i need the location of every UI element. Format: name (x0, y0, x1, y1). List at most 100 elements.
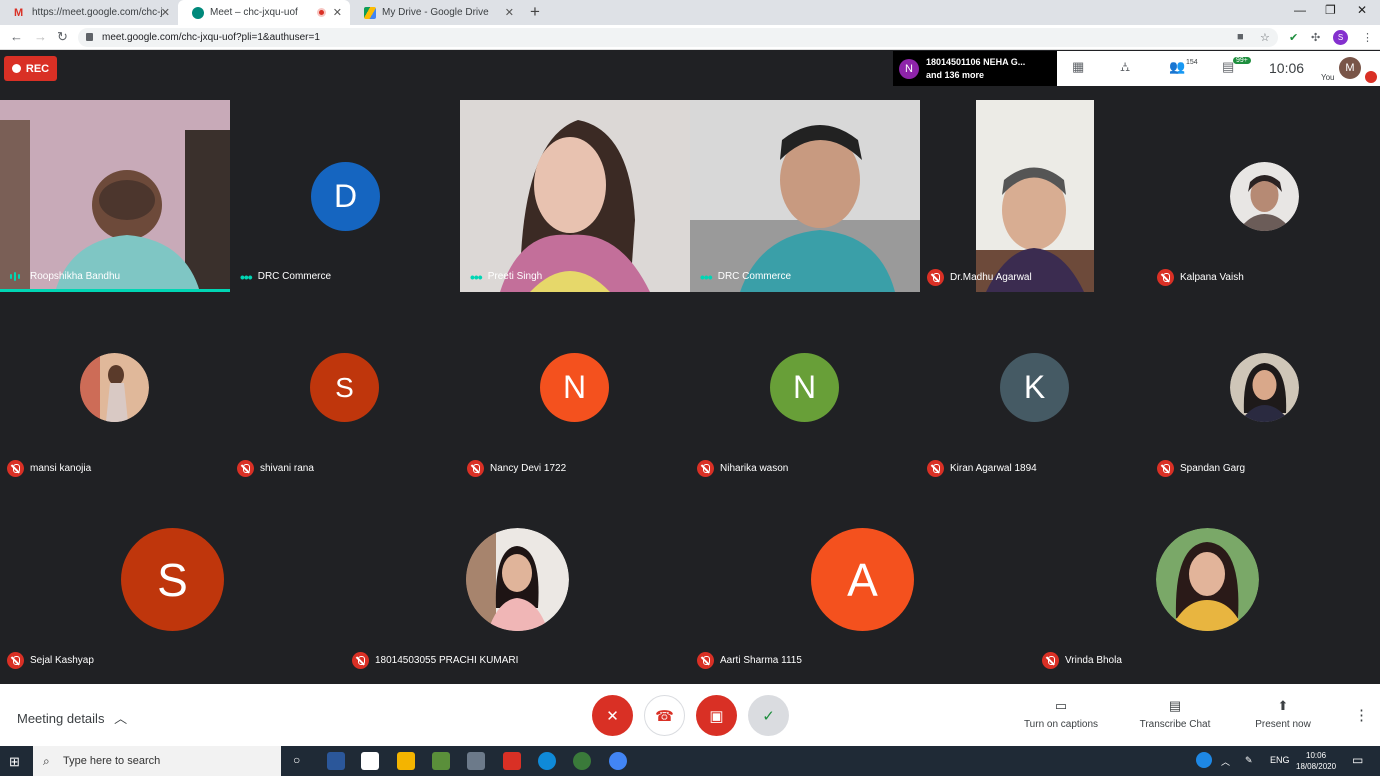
recording-badge: REC (4, 56, 57, 81)
participant-tile[interactable]: N Nancy Devi 1722 (460, 292, 690, 484)
system-clock[interactable]: 10:06 18/08/2020 (1296, 750, 1336, 772)
participant-tile[interactable]: mansi kanojia (0, 292, 230, 484)
participant-name: Nancy Devi 1722 (490, 463, 567, 474)
participant-name: Preeti Singh (487, 271, 543, 282)
leave-call-button[interactable]: ☎ (644, 695, 685, 736)
acrobat-icon[interactable] (503, 752, 521, 770)
browser-tab-meet[interactable]: Meet – chc-jxqu-uof ✕ (178, 0, 350, 25)
participant-video (690, 100, 920, 292)
check-extension-icon[interactable]: ✔ (1289, 31, 1298, 44)
meeting-controls-bar: Meeting details ︿ ✕ ☎ ▣ ✓ ▭ Turn on capt… (0, 684, 1380, 746)
extension-check-button[interactable]: ✓ (748, 695, 789, 736)
back-icon[interactable]: ← (10, 29, 23, 44)
participant-tile[interactable]: Roopshikha Bandhu (0, 100, 230, 292)
participant-name: DRC Commerce (717, 271, 792, 282)
participant-tile[interactable]: 18014503055 PRACHI KUMARI (345, 484, 690, 676)
participant-tile[interactable]: S Sejal Kashyap (0, 484, 345, 676)
participant-avatar: N (540, 353, 609, 422)
participant-tile[interactable]: Dr.Madhu Agarwal (920, 100, 1150, 292)
browser-tab-gmail[interactable]: M https://meet.google.com/chc-jxq ✕ (0, 0, 178, 25)
bookmark-star-icon[interactable]: ☆ (1260, 31, 1270, 44)
forward-icon[interactable]: → (34, 29, 47, 44)
new-tab-button[interactable]: + (530, 2, 540, 22)
participant-name: Niharika wason (720, 463, 789, 474)
meeting-clock: 10:06 (1269, 60, 1305, 76)
tripadvisor-icon[interactable] (573, 752, 591, 770)
participant-tile[interactable]: S shivani rana (230, 292, 460, 484)
participant-tile[interactable]: A Aarti Sharma 1115 (690, 484, 1035, 676)
layout-icon[interactable]: ▦ (1072, 59, 1084, 75)
tray-up-icon[interactable]: ︿ (1221, 755, 1230, 768)
meet-icon (192, 6, 204, 19)
input-language[interactable]: ENG (1270, 755, 1290, 765)
maximize-icon[interactable]: ❐ (1325, 3, 1336, 17)
present-now-button[interactable]: ⬆ Present now (1238, 698, 1328, 730)
store-icon[interactable] (361, 752, 379, 770)
browser-menu-icon[interactable]: ⋮ (1362, 31, 1373, 44)
participant-avatar (1156, 528, 1259, 631)
participant-tile[interactable]: Kalpana Vaish (1150, 100, 1380, 292)
participant-tile[interactable]: ••• Preeti Singh (460, 100, 690, 292)
close-tab-icon[interactable]: ✕ (505, 6, 514, 19)
search-icon: ⌕ (43, 754, 50, 768)
url-field[interactable]: meet.google.com/chc-jxqu-uof?pli=1&authu… (78, 28, 1278, 47)
participant-tile[interactable]: Vrinda Bhola (1035, 484, 1380, 676)
participant-video (976, 100, 1094, 292)
more-options-icon[interactable]: ⋮ (1354, 706, 1369, 724)
present-screen-icon: ⬆ (1277, 698, 1289, 713)
participant-tile[interactable]: Spandan Garg (1150, 292, 1380, 484)
transcribe-chat-button[interactable]: ▤ Transcribe Chat (1130, 698, 1220, 730)
close-tab-icon[interactable]: ✕ (161, 6, 170, 19)
chrome-icon[interactable] (609, 752, 627, 770)
camera-off-button[interactable]: ▣ (696, 695, 737, 736)
participant-tile[interactable]: ••• DRC Commerce (690, 100, 920, 292)
help-icon[interactable] (1196, 752, 1212, 768)
participant-name: Spandan Garg (1180, 463, 1246, 474)
profile-avatar[interactable]: S (1333, 30, 1348, 45)
browser-tab-drive[interactable]: My Drive - Google Drive ✕ (350, 0, 522, 25)
meeting-details-button[interactable]: Meeting details ︿ (17, 708, 127, 727)
transcript-icon: ▤ (1168, 698, 1182, 713)
participant-avatar (80, 353, 149, 422)
notifications-icon[interactable]: ▭ (1352, 753, 1363, 767)
reload-icon[interactable]: ↻ (57, 29, 68, 45)
activity-icon[interactable]: ⛼ (1120, 59, 1130, 77)
file-explorer-icon[interactable] (397, 752, 415, 770)
participant-name: Vrinda Bhola (1065, 655, 1122, 666)
microphone-off-button[interactable]: ✕ (592, 695, 633, 736)
participant-avatar: D (311, 162, 380, 231)
participant-tile[interactable]: N Niharika wason (690, 292, 920, 484)
edge-icon[interactable] (538, 752, 556, 770)
network-icon[interactable]: ✎ (1245, 755, 1253, 766)
participant-name: Dr.Madhu Agarwal (950, 272, 1032, 283)
participant-avatar: A (811, 528, 914, 631)
word-icon[interactable] (327, 752, 345, 770)
app-icon[interactable] (432, 752, 450, 770)
meet-toolbar: ▦ ⛼ 👥 154 ▤ 99+ 10:06 You M (1057, 51, 1380, 86)
participant-name: Kalpana Vaish (1180, 272, 1244, 283)
minimize-icon[interactable]: — (1294, 3, 1306, 17)
participant-name: Aarti Sharma 1115 (720, 655, 802, 666)
muted-mic-icon (697, 652, 714, 669)
participant-name: DRC Commerce (257, 271, 332, 282)
captions-button[interactable]: ▭ Turn on captions (1016, 698, 1106, 730)
close-tab-icon[interactable]: ✕ (333, 6, 342, 19)
participant-tile[interactable]: D ••• DRC Commerce (230, 100, 460, 292)
cortana-icon[interactable]: ○ (293, 753, 300, 767)
presenter-chip[interactable]: N 18014501106 NEHA G... and 136 more (893, 51, 1057, 86)
camera-icon[interactable]: ■ (1237, 31, 1244, 43)
participant-name: mansi kanojia (30, 463, 92, 474)
windows-start-icon[interactable]: ⊞ (9, 754, 20, 770)
taskbar-search[interactable]: ⌕ Type here to search (33, 746, 281, 776)
participant-avatar (1230, 162, 1299, 231)
self-avatar[interactable]: M (1339, 57, 1361, 79)
muted-mic-icon (237, 460, 254, 477)
chat-badge: 99+ (1233, 57, 1251, 64)
extensions-icon[interactable]: ✣ (1311, 31, 1320, 44)
app-icon[interactable] (467, 752, 485, 770)
camera-off-icon: ▣ (709, 707, 724, 725)
close-window-icon[interactable]: ✕ (1357, 3, 1367, 17)
participant-tile[interactable]: K Kiran Agarwal 1894 (920, 292, 1150, 484)
participant-video (0, 100, 230, 292)
connecting-dots-icon: ••• (700, 268, 713, 285)
